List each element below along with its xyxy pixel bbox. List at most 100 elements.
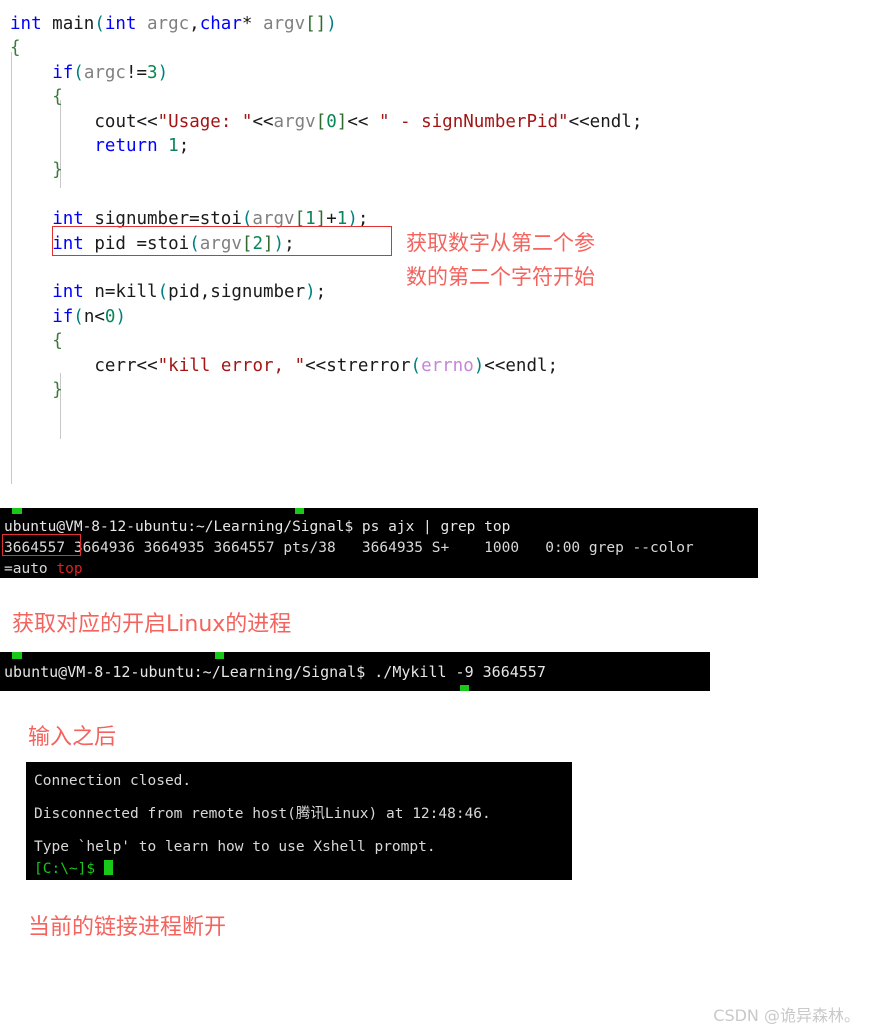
code-token: int <box>52 233 84 254</box>
code-token: n <box>83 306 95 327</box>
terminal-xshell-line-2: Disconnected from remote host(腾讯Linux) a… <box>34 806 491 822</box>
code-token: ] <box>336 111 348 132</box>
code-token: signumber <box>94 209 190 230</box>
code-token: = <box>104 282 116 303</box>
watermark: CSDN @诡异森林。 <box>713 1006 860 1025</box>
annotation-disconnect-note: 当前的链接进程断开 <box>28 915 227 940</box>
code-token: argv <box>252 209 295 230</box>
code-token: main <box>52 14 95 34</box>
code-token: ( <box>157 282 169 303</box>
code-token: ) <box>273 233 285 254</box>
code-token: errno <box>421 355 474 376</box>
code-token: pid <box>94 233 137 254</box>
code-token: ( <box>94 14 105 34</box>
code-token: != <box>125 62 148 83</box>
code-line: { <box>52 85 63 109</box>
annotation-input-note: 输入之后 <box>28 725 117 750</box>
code-line: if(n<0) <box>52 305 126 329</box>
code-token: char <box>199 14 242 34</box>
terminal-cursor <box>460 685 469 691</box>
code-token: kill <box>115 282 158 303</box>
code-token: , <box>189 14 200 34</box>
code-token: int <box>52 209 84 230</box>
code-token: cout <box>94 111 137 132</box>
code-token: ] <box>315 14 327 34</box>
code-token: argv <box>262 14 306 34</box>
code-token: ) <box>115 306 126 327</box>
terminal-ps-output-line-2-prefix: =auto <box>4 561 57 577</box>
terminal-xshell-prompt-line: [C:\~]$ <box>34 858 572 880</box>
code-token: 0 <box>326 111 337 132</box>
code-token: = <box>136 233 148 254</box>
code-token: ] <box>263 233 274 254</box>
code-token: ] <box>315 209 327 230</box>
code-token: { <box>52 87 63 108</box>
code-token: " - signNumberPid" <box>368 111 569 132</box>
code-line: return 1; <box>94 134 189 158</box>
code-token: int <box>104 14 137 34</box>
terminal-xshell-blank-1 <box>34 792 572 803</box>
code-token: [ <box>294 209 306 230</box>
terminal-ps-grep-match: top <box>56 561 83 577</box>
code-token: << <box>252 111 274 132</box>
code-token: ; <box>631 111 643 132</box>
code-token: { <box>52 331 63 352</box>
terminal-ps-command-line: ubuntu@VM-8-12-ubuntu:~/Learning/Signal$… <box>4 517 758 538</box>
code-token: 1 <box>168 136 179 156</box>
code-token: [ <box>241 233 253 254</box>
code-line: { <box>10 36 21 60</box>
terminal-mykill-prompt: ubuntu@VM-8-12-ubuntu:~/Learning/Signal$ <box>4 663 375 681</box>
code-token: "kill error, " <box>157 355 306 376</box>
code-token: ( <box>189 233 200 254</box>
annotation-code-note: 获取数字从第二个参 数的第二个字符开始 <box>406 231 595 289</box>
code-token: if <box>52 306 74 327</box>
code-token: ( <box>241 209 253 230</box>
code-token: = <box>189 209 200 230</box>
code-line: if(argc!=3) <box>52 61 168 85</box>
code-token: } <box>52 160 63 181</box>
code-token: * <box>241 14 253 34</box>
code-token: cerr <box>94 355 137 376</box>
code-token: , <box>199 282 211 303</box>
terminal-xshell-blank-2 <box>34 825 572 836</box>
code-token: ; <box>547 355 559 376</box>
code-token: } <box>52 380 63 400</box>
terminal-mykill[interactable]: ubuntu@VM-8-12-ubuntu:~/Learning/Signal$… <box>0 659 710 686</box>
terminal-ps-command: ps ajx | grep top <box>361 519 511 535</box>
code-token: ; <box>357 209 369 230</box>
terminal-xshell-prompt: [C:\~]$ <box>34 861 104 877</box>
code-token: << <box>136 111 158 132</box>
code-line: cerr<<"kill error, "<<strerror(errno)<<e… <box>94 354 558 378</box>
code-token: ( <box>73 306 84 327</box>
code-line: int main(int argc,char* argv[]) <box>10 12 337 36</box>
code-line: { <box>52 329 63 353</box>
code-token: ) <box>305 282 316 303</box>
code-token: n <box>94 282 105 303</box>
terminal-ps-output-line-1: 3664557 3664936 3664935 3664557 pts/38 3… <box>4 540 694 556</box>
code-token: ; <box>178 136 190 156</box>
code-token: argc <box>83 62 126 83</box>
terminal-ps[interactable]: ubuntu@VM-8-12-ubuntu:~/Learning/Signal$… <box>0 514 758 578</box>
code-token: << <box>305 355 327 376</box>
code-token: [ <box>305 14 316 34</box>
code-token: "Usage: " <box>157 111 253 132</box>
code-token: 2 <box>252 233 263 254</box>
code-line: } <box>52 158 63 182</box>
code-token: if <box>52 62 74 83</box>
code-line: int signumber=stoi(argv[1]+1); <box>52 207 368 231</box>
code-token: 0 <box>104 306 116 327</box>
terminal-mykill-command-line: ubuntu@VM-8-12-ubuntu:~/Learning/Signal$… <box>4 661 710 683</box>
code-token: argc <box>147 14 190 34</box>
code-token: return <box>94 136 158 156</box>
annotation-ps-note: 获取对应的开启Linux的进程 <box>12 612 292 637</box>
code-line: } <box>52 378 63 402</box>
code-token: << <box>484 355 506 376</box>
code-token: << <box>347 111 369 132</box>
terminal-xshell[interactable]: Connection closed. Disconnected from rem… <box>26 762 572 880</box>
code-token: endl <box>505 355 548 376</box>
code-token: [ <box>315 111 327 132</box>
code-token: ) <box>326 14 337 34</box>
code-token: ( <box>410 355 422 376</box>
